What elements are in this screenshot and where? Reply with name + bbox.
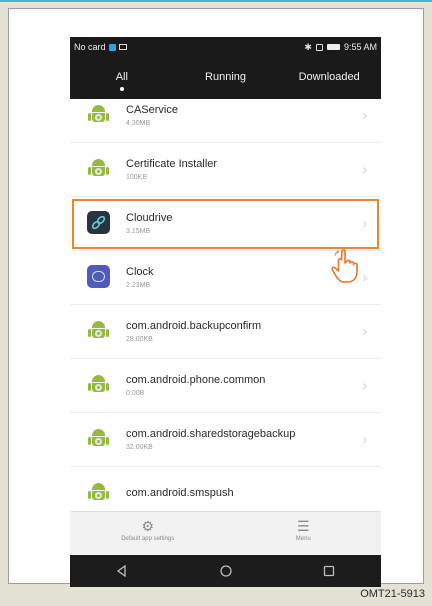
app-list[interactable]: CAService 4.30MB › Certificate Installer… <box>70 99 381 511</box>
list-item-sharedstoragebackup[interactable]: com.android.sharedstoragebackup 32.00KB … <box>70 413 381 467</box>
app-name: com.android.phone.common <box>126 374 266 386</box>
chevron-right-icon: › <box>362 107 367 123</box>
app-size: 3.15MB <box>126 228 151 235</box>
menu-icon: ☰ <box>296 518 310 534</box>
list-item-cloudrive[interactable]: Cloudrive 3.15MB › <box>70 197 381 251</box>
app-size: 28.00KB <box>126 336 153 343</box>
list-item-phone-common[interactable]: com.android.phone.common 0.00B › <box>70 359 381 413</box>
chevron-right-icon: › <box>362 377 367 393</box>
app-name: com.android.sharedstoragebackup <box>126 428 296 440</box>
app-name: Cloudrive <box>126 212 173 224</box>
figure-caption: OMT21-5913 <box>360 588 425 600</box>
home-icon <box>219 565 232 577</box>
chevron-right-icon: › <box>362 431 367 447</box>
chevron-right-icon: › <box>362 323 367 339</box>
hand-pointer-icon <box>331 249 358 283</box>
gear-icon: ⚙ <box>141 518 155 534</box>
chevron-right-icon: › <box>362 215 367 231</box>
sim-icon <box>108 43 116 51</box>
list-item-backupconfirm[interactable]: com.android.backupconfirm 28.00KB › <box>70 305 381 359</box>
figure-frame: No card ✱ 9:55 AM All Running Downloaded <box>8 8 424 587</box>
android-app-icon <box>87 373 110 396</box>
tab-all[interactable]: All <box>70 57 174 99</box>
list-item-caservice[interactable]: CAService 4.30MB › <box>70 99 381 143</box>
bottom-action-bar: ⚙ Default app settings ☰ Menu <box>70 511 381 555</box>
navigation-bar <box>70 555 381 587</box>
default-app-settings-label: Default app settings <box>121 536 175 542</box>
menu-button[interactable]: ☰ Menu <box>226 512 382 555</box>
gallery-notification-icon <box>118 44 127 50</box>
tab-downloaded[interactable]: Downloaded <box>277 57 381 99</box>
app-name: Clock <box>126 266 154 278</box>
nfc-icon <box>315 43 323 51</box>
android-app-icon <box>87 319 110 342</box>
app-size: 100KB <box>126 174 148 181</box>
tab-bar: All Running Downloaded <box>70 57 381 99</box>
home-button[interactable] <box>174 555 278 587</box>
list-item-certificate-installer[interactable]: Certificate Installer 100KB › <box>70 143 381 197</box>
android-app-icon <box>87 481 110 504</box>
recents-icon <box>324 565 335 577</box>
chevron-right-icon: › <box>362 161 367 177</box>
recents-button[interactable] <box>277 555 381 587</box>
app-size: 2.23MB <box>126 282 151 289</box>
app-name: com.android.backupconfirm <box>126 320 262 332</box>
carrier-text: No card <box>74 42 106 52</box>
app-size: 32.00KB <box>126 444 153 451</box>
app-name: CAService <box>126 104 178 116</box>
bluetooth-icon: ✱ <box>304 41 312 52</box>
status-bar: No card ✱ 9:55 AM <box>70 37 381 57</box>
clock-time: 9:55 AM <box>343 42 377 52</box>
menu-label: Menu <box>295 536 311 542</box>
list-item-smspush[interactable]: com.android.smspush <box>70 467 381 511</box>
app-name: com.android.smspush <box>126 487 234 499</box>
default-app-settings-button[interactable]: ⚙ Default app settings <box>70 512 226 555</box>
app-name: Certificate Installer <box>126 158 218 170</box>
back-button[interactable] <box>70 555 174 587</box>
clock-app-icon <box>87 265 110 288</box>
battery-icon <box>326 44 340 50</box>
android-app-icon <box>87 103 110 126</box>
android-app-icon <box>87 157 110 180</box>
top-accent-line <box>0 0 432 2</box>
android-app-icon <box>87 427 110 450</box>
phone-screen: No card ✱ 9:55 AM All Running Downloaded <box>70 37 381 587</box>
cloudrive-app-icon <box>87 211 110 234</box>
tab-running[interactable]: Running <box>174 57 278 99</box>
app-size: 0.00B <box>126 390 145 397</box>
back-icon <box>116 564 126 578</box>
app-size: 4.30MB <box>126 120 151 127</box>
